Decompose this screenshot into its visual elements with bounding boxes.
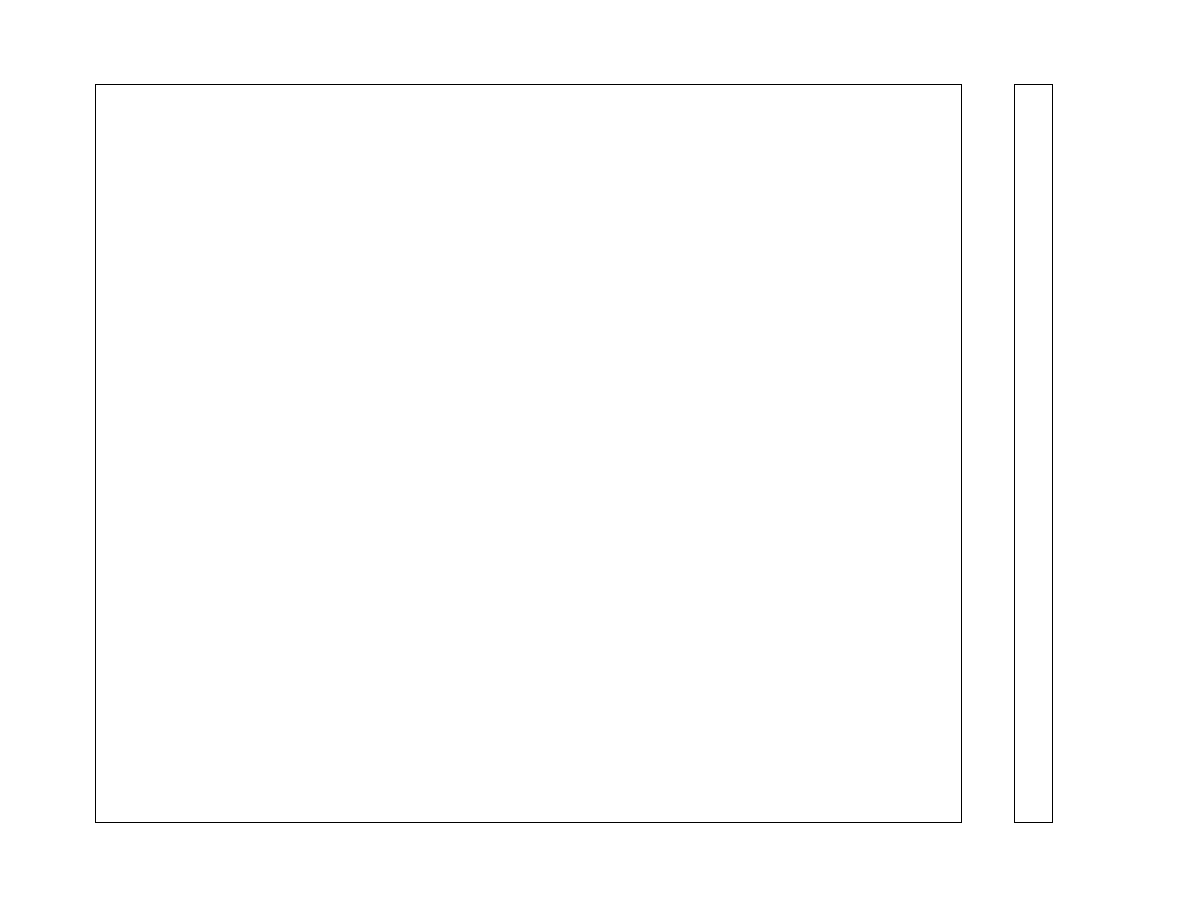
ionogram-heatmap: [96, 85, 960, 821]
ionogram-figure: [0, 0, 1200, 900]
plot-area: [95, 84, 962, 823]
colorbar-gradient: [1015, 85, 1051, 821]
colorbar: [1014, 84, 1053, 823]
